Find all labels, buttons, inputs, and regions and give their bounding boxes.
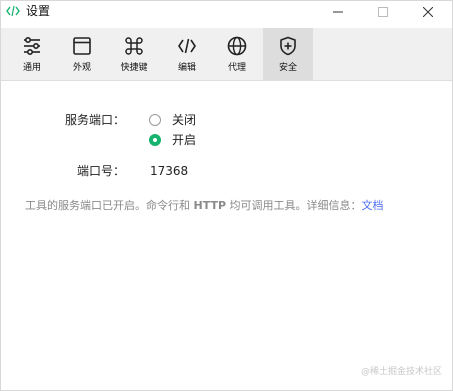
globe-icon [227, 36, 247, 56]
info-text-part: 工具的服务端口已开启。命令行和 [25, 199, 194, 212]
tab-proxy[interactable]: 代理 [212, 28, 262, 80]
tab-shortcuts[interactable]: 快捷键 [109, 28, 159, 80]
tab-label: 快捷键 [120, 63, 148, 73]
port-number-label: 端口号： [76, 164, 125, 178]
settings-window: 设置 通用 外观 快捷键 编辑 代理 安全 服务端口： 关闭 开启 端口号： 1… [0, 0, 453, 391]
radio-circle-on[interactable] [149, 134, 161, 146]
radio-circle-off[interactable] [149, 114, 161, 126]
watermark: @稀土掘金技术社区 [360, 367, 442, 377]
radio-on[interactable]: 开启 [149, 131, 196, 149]
tab-label: 代理 [227, 63, 246, 73]
shield-plus-icon [280, 36, 296, 56]
code-brackets-icon [178, 38, 196, 54]
radio-off-label: 关闭 [172, 113, 197, 127]
info-text-http: HTTP [193, 199, 227, 212]
port-number-value: 17368 [150, 164, 189, 178]
close-button[interactable] [405, 1, 451, 23]
minimize-icon [333, 11, 343, 13]
info-text: 工具的服务端口已开启。命令行和 HTTP 均可调用工具。详细信息：文档 [25, 197, 425, 215]
radio-off[interactable]: 关闭 [149, 111, 196, 129]
tab-appearance[interactable]: 外观 [57, 28, 107, 80]
maximize-button[interactable] [360, 1, 406, 23]
code-icon [6, 5, 20, 17]
service-port-label: 服务端口： [64, 113, 125, 127]
tab-editor[interactable]: 编辑 [162, 28, 212, 80]
window-icon [73, 37, 91, 55]
tab-label: 通用 [22, 63, 41, 73]
title-bar[interactable]: 设置 [1, 1, 452, 23]
info-text-part: 均可调用工具。详细信息： [226, 199, 362, 212]
docs-link[interactable]: 文档 [362, 199, 384, 212]
maximize-icon [378, 7, 388, 17]
tab-label: 编辑 [177, 63, 196, 73]
command-icon [125, 37, 143, 55]
radio-on-label: 开启 [172, 133, 197, 147]
tab-label: 安全 [278, 63, 297, 73]
close-icon [423, 7, 433, 17]
settings-toolbar: 通用 外观 快捷键 编辑 代理 安全 [1, 28, 452, 81]
sliders-icon [24, 36, 40, 56]
window-title: 设置 [26, 4, 51, 18]
minimize-button[interactable] [315, 1, 361, 23]
tab-general[interactable]: 通用 [7, 28, 57, 80]
tab-security[interactable]: 安全 [263, 28, 313, 80]
tab-label: 外观 [72, 63, 91, 73]
